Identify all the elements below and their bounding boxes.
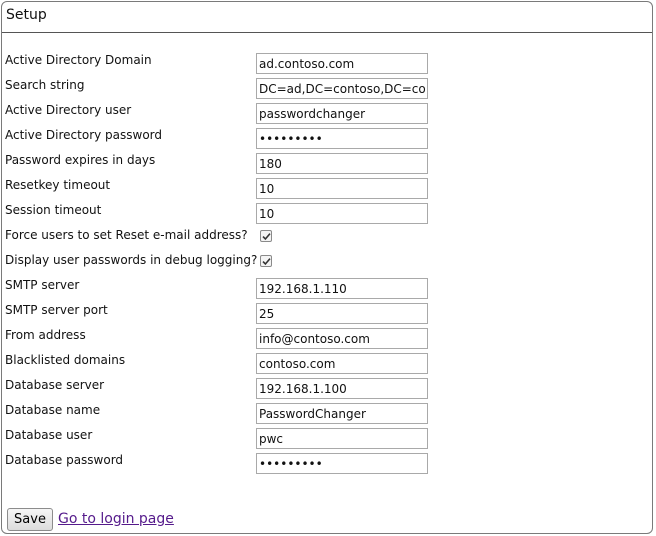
from-address-label: From address: [5, 328, 86, 342]
row-ad-user: Active Directory user: [2, 103, 652, 128]
pw-expires-label: Password expires in days: [5, 153, 156, 167]
check-icon: [262, 258, 271, 266]
db-user-input[interactable]: [256, 428, 428, 449]
setup-panel: Setup Active Directory Domain Search str…: [1, 1, 653, 534]
db-name-label: Database name: [5, 403, 101, 417]
blacklisted-domains-input[interactable]: [256, 353, 428, 374]
force-reset-email-label: Force users to set Reset e-mail address?: [5, 228, 248, 242]
ad-domain-label: Active Directory Domain: [5, 53, 152, 67]
row-db-password: Database password: [2, 453, 652, 478]
go-to-login-link[interactable]: Go to login page: [58, 511, 174, 527]
ad-domain-input[interactable]: [256, 53, 428, 74]
resetkey-timeout-input[interactable]: [256, 178, 428, 199]
row-from-address: From address: [2, 328, 652, 353]
save-button[interactable]: Save: [7, 508, 53, 531]
db-server-label: Database server: [5, 378, 105, 392]
smtp-port-input[interactable]: [256, 303, 428, 324]
ad-user-input[interactable]: [256, 103, 428, 124]
row-display-pw-debug: Display user passwords in debug logging?: [2, 253, 652, 278]
smtp-server-input[interactable]: [256, 278, 428, 299]
blacklisted-domains-label: Blacklisted domains: [5, 353, 126, 367]
check-icon: [262, 233, 271, 241]
row-blacklisted-domains: Blacklisted domains: [2, 353, 652, 378]
row-db-name: Database name: [2, 403, 652, 428]
session-timeout-label: Session timeout: [5, 203, 102, 217]
display-pw-debug-label: Display user passwords in debug logging?: [5, 253, 258, 267]
pw-expires-input[interactable]: [256, 153, 428, 174]
from-address-input[interactable]: [256, 328, 428, 349]
force-reset-email-checkbox[interactable]: [260, 230, 272, 242]
row-smtp-port: SMTP server port: [2, 303, 652, 328]
row-ad-domain: Active Directory Domain: [2, 53, 652, 78]
ad-password-label: Active Directory password: [5, 128, 163, 142]
db-name-input[interactable]: [256, 403, 428, 424]
db-user-label: Database user: [5, 428, 93, 442]
db-password-label: Database password: [5, 453, 124, 467]
ad-user-label: Active Directory user: [5, 103, 132, 117]
row-ad-password: Active Directory password: [2, 128, 652, 153]
session-timeout-input[interactable]: [256, 203, 428, 224]
row-force-reset-email: Force users to set Reset e-mail address?: [2, 228, 652, 253]
row-session-timeout: Session timeout: [2, 203, 652, 228]
resetkey-timeout-label: Resetkey timeout: [5, 178, 111, 192]
search-string-input[interactable]: [256, 78, 428, 99]
panel-title: Setup: [6, 7, 47, 23]
search-string-label: Search string: [5, 78, 85, 92]
db-password-input[interactable]: [256, 453, 428, 474]
row-search-string: Search string: [2, 78, 652, 103]
row-db-user: Database user: [2, 428, 652, 453]
row-smtp-server: SMTP server: [2, 278, 652, 303]
db-server-input[interactable]: [256, 378, 428, 399]
title-divider: [2, 32, 652, 33]
row-pw-expires: Password expires in days: [2, 153, 652, 178]
smtp-server-label: SMTP server: [5, 278, 80, 292]
row-db-server: Database server: [2, 378, 652, 403]
row-resetkey-timeout: Resetkey timeout: [2, 178, 652, 203]
ad-password-input[interactable]: [256, 128, 428, 149]
smtp-port-label: SMTP server port: [5, 303, 108, 317]
display-pw-debug-checkbox[interactable]: [260, 255, 272, 267]
